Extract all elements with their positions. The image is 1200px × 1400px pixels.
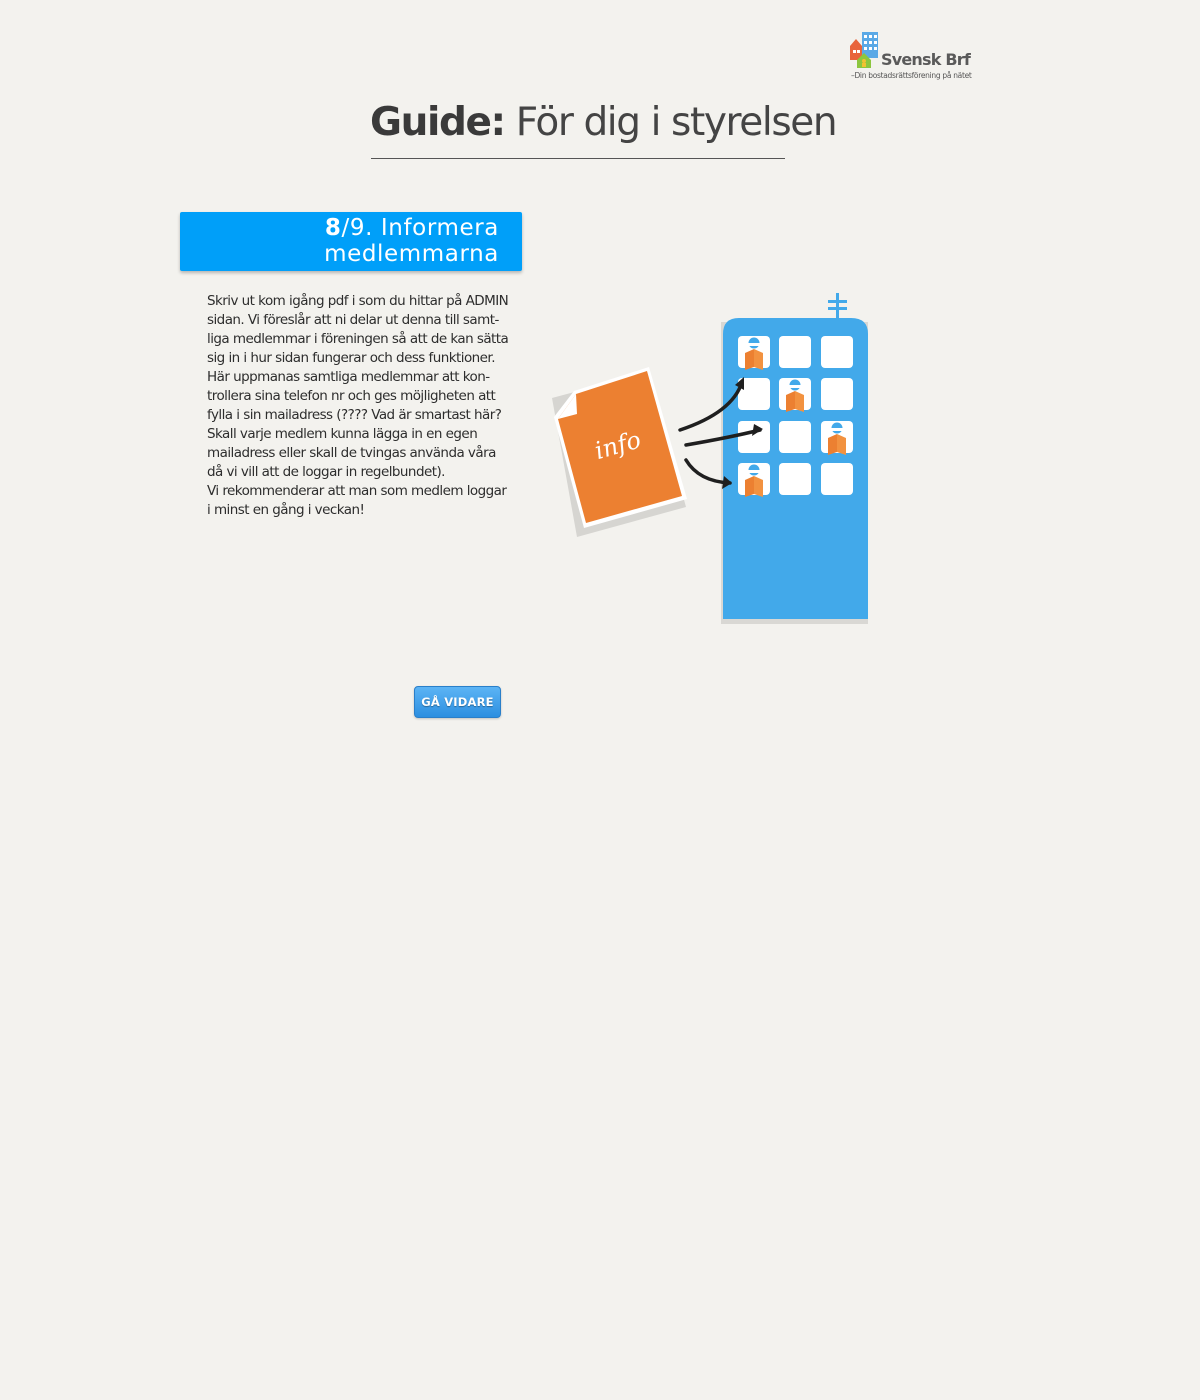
step-title-line2: medlemmarna [324,241,499,267]
svensk-brf-logo: Svensk Brf –Din bostadsrättsförening på … [848,30,983,85]
text-line: mailadress eller skall de tvingas använd… [207,445,496,461]
step-title-line1: /9. Informera [341,215,499,241]
text-line: Här uppmanas samtliga medlemmar att kon- [207,369,490,385]
text-line: Skall varje medlem kunna lägga in en ege… [207,426,478,442]
info-document-icon: info [552,367,687,537]
text-line: fylla i sin mailadress (???? Vad är smar… [207,407,502,423]
logo-tagline: –Din bostadsrättsförening på nätet [851,71,972,80]
continue-button[interactable]: GÅ VIDARE [414,686,501,718]
step-title: 8/9. Informera medlemmarna [324,215,499,267]
houses-logo-icon [850,32,878,68]
text-line: Vi rekommenderar att man som medlem logg… [207,483,507,499]
text-line: Skriv ut kom igång pdf i som du hittar p… [207,293,509,309]
text-line: i minst en gång i veckan! [207,502,365,518]
illustration-svg: info [552,293,868,624]
text-line: då vi vill att de loggar in regelbundet)… [207,464,445,480]
title-divider [371,158,785,159]
logo-name: Svensk Brf [881,50,971,69]
antenna-icon [828,293,847,321]
page-title-rest: För dig i styrelsen [515,100,838,145]
step-banner: 8/9. Informera medlemmarna [180,212,522,271]
page-title: Guide: För dig i styrelsen [370,100,838,145]
text-line: trollera sina telefon nr och ges möjligh… [207,388,496,404]
text-line: liga medlemmar i föreningen så att de ka… [207,331,509,347]
info-distribution-illustration: info [540,290,880,630]
text-line: sig in i hur sidan fungerar och dess fun… [207,350,495,366]
text-line: sidan. Vi föreslår att ni delar ut denna… [207,312,499,328]
instruction-text: Skriv ut kom igång pdf i som du hittar p… [207,292,509,520]
page-title-bold: Guide: [370,100,506,145]
step-current-number: 8 [324,215,342,241]
